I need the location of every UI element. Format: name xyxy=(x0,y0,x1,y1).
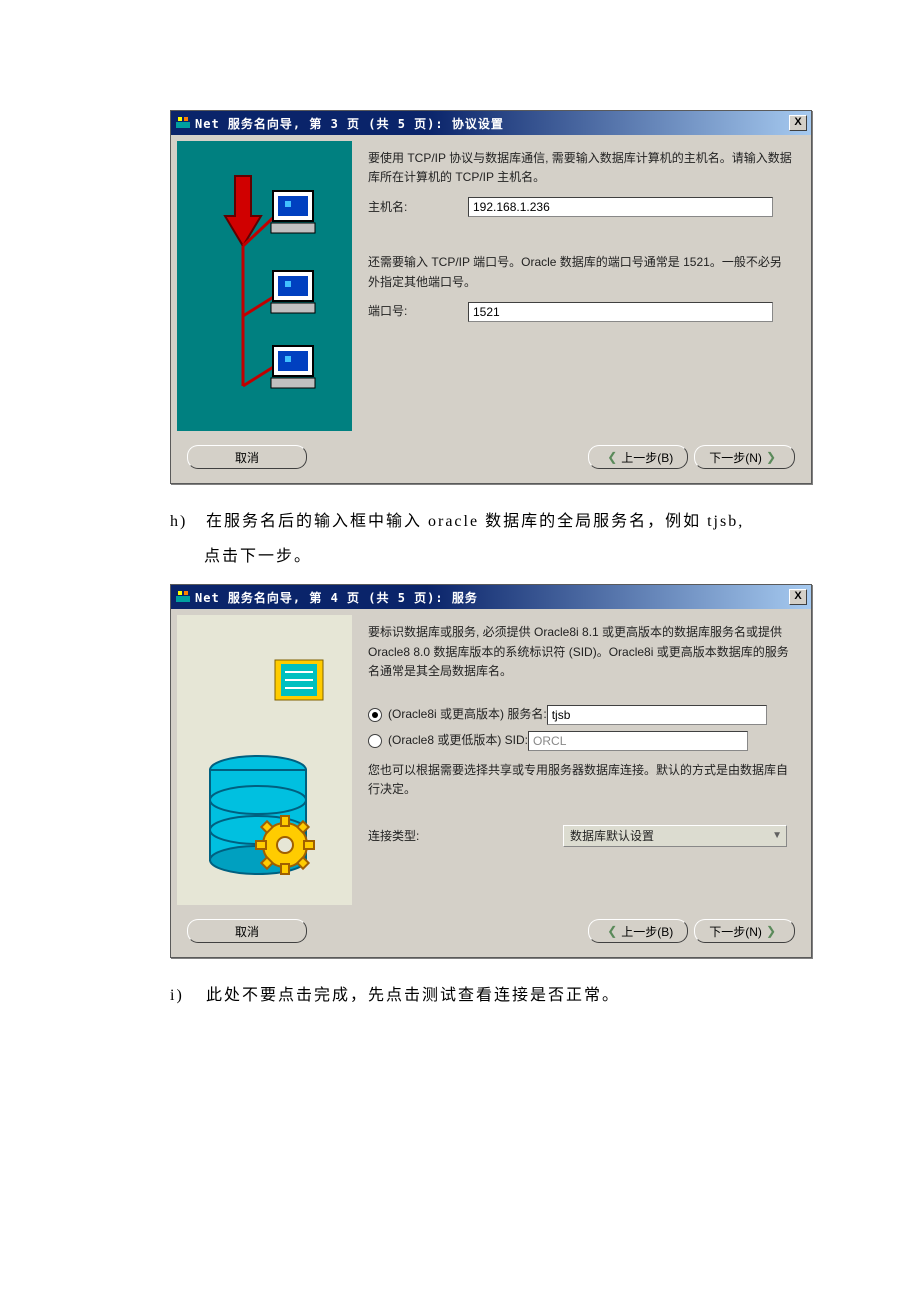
instruction-i-line1: 此处不要点击完成，先点击测试查看连接是否正常。 xyxy=(206,987,620,1004)
wizard-window-page3: Net 服务名向导, 第 3 页 (共 5 页): 协议设置 X xyxy=(170,110,812,484)
chevron-right-icon: ❯ xyxy=(766,450,776,464)
chevron-down-icon: ▼ xyxy=(772,828,782,844)
next-label: 下一步(N) xyxy=(709,923,762,940)
wizard-content: 要使用 TCP/IP 协议与数据库通信, 需要输入数据库计算机的主机名。请输入数… xyxy=(358,135,811,437)
chevron-left-icon: ❮ xyxy=(607,450,617,464)
cancel-label: 取消 xyxy=(235,449,259,466)
next-button[interactable]: 下一步(N) ❯ xyxy=(694,445,795,469)
instruction-h-line2: 点击下一步。 xyxy=(170,539,750,574)
host-row: 主机名: xyxy=(368,197,793,217)
sid-input[interactable] xyxy=(528,731,748,751)
instruction-h: h) 在服务名后的输入框中输入 oracle 数据库的全局服务名，例如 tjsb… xyxy=(170,504,750,574)
host-label: 主机名: xyxy=(368,198,468,217)
sid-label: (Oracle8 或更低版本) SID: xyxy=(388,731,528,750)
service-intro-text: 要标识数据库或服务, 必须提供 Oracle8i 8.1 或更高版本的数据库服务… xyxy=(368,623,793,681)
connection-type-value: 数据库默认设置 xyxy=(570,827,654,846)
instruction-h-line1: 在服务名后的输入框中输入 oracle 数据库的全局服务名，例如 tjsb, xyxy=(206,513,744,530)
bullet-h: h) xyxy=(170,504,200,539)
next-button[interactable]: 下一步(N) ❯ xyxy=(694,919,795,943)
cancel-button[interactable]: 取消 xyxy=(187,445,307,469)
wizard-window-page4: Net 服务名向导, 第 4 页 (共 5 页): 服务 X xyxy=(170,584,812,958)
database-gear-icon xyxy=(190,630,340,890)
button-bar: 取消 ❮ 上一步(B) 下一步(N) ❯ xyxy=(171,437,811,483)
app-icon xyxy=(175,115,191,131)
titlebar: Net 服务名向导, 第 4 页 (共 5 页): 服务 X xyxy=(171,585,811,609)
network-icon xyxy=(195,156,335,416)
radio-unchecked-icon xyxy=(368,734,382,748)
connection-type-combo[interactable]: 数据库默认设置 ▼ xyxy=(563,825,787,847)
cancel-label: 取消 xyxy=(235,923,259,940)
document-page: Net 服务名向导, 第 3 页 (共 5 页): 协议设置 X xyxy=(0,0,920,1064)
host-input[interactable] xyxy=(468,197,773,217)
bullet-i: i) xyxy=(170,978,200,1013)
cancel-button[interactable]: 取消 xyxy=(187,919,307,943)
service-name-input[interactable] xyxy=(547,705,767,725)
host-intro-text: 要使用 TCP/IP 协议与数据库通信, 需要输入数据库计算机的主机名。请输入数… xyxy=(368,149,793,187)
window-body: 要使用 TCP/IP 协议与数据库通信, 需要输入数据库计算机的主机名。请输入数… xyxy=(171,135,811,437)
wizard-side-graphic-db xyxy=(177,615,352,905)
conn-intro-text: 您也可以根据需要选择共享或专用服务器数据库连接。默认的方式是由数据库自行决定。 xyxy=(368,761,793,799)
back-button[interactable]: ❮ 上一步(B) xyxy=(588,445,688,469)
titlebar: Net 服务名向导, 第 3 页 (共 5 页): 协议设置 X xyxy=(171,111,811,135)
connection-type-row: 连接类型: 数据库默认设置 ▼ xyxy=(368,825,793,847)
close-button[interactable]: X xyxy=(789,115,807,131)
wizard-side-graphic-network xyxy=(177,141,352,431)
back-label: 上一步(B) xyxy=(621,449,673,466)
close-button[interactable]: X xyxy=(789,589,807,605)
next-label: 下一步(N) xyxy=(709,449,762,466)
sid-option[interactable]: (Oracle8 或更低版本) SID: xyxy=(368,731,793,751)
connection-type-label: 连接类型: xyxy=(368,827,563,846)
port-row: 端口号: xyxy=(368,302,793,322)
window-title: Net 服务名向导, 第 4 页 (共 5 页): 服务 xyxy=(195,589,789,606)
instruction-i: i) 此处不要点击完成，先点击测试查看连接是否正常。 xyxy=(170,978,750,1013)
chevron-left-icon: ❮ xyxy=(607,924,617,938)
port-intro-text: 还需要输入 TCP/IP 端口号。Oracle 数据库的端口号通常是 1521。… xyxy=(368,253,793,291)
wizard-content: 要标识数据库或服务, 必须提供 Oracle8i 8.1 或更高版本的数据库服务… xyxy=(358,609,811,911)
port-input[interactable] xyxy=(468,302,773,322)
window-body: 要标识数据库或服务, 必须提供 Oracle8i 8.1 或更高版本的数据库服务… xyxy=(171,609,811,911)
service-name-option[interactable]: (Oracle8i 或更高版本) 服务名: xyxy=(368,705,793,725)
port-label: 端口号: xyxy=(368,302,468,321)
back-button[interactable]: ❮ 上一步(B) xyxy=(588,919,688,943)
radio-checked-icon xyxy=(368,708,382,722)
window-title: Net 服务名向导, 第 3 页 (共 5 页): 协议设置 xyxy=(195,115,789,132)
back-label: 上一步(B) xyxy=(621,923,673,940)
chevron-right-icon: ❯ xyxy=(766,924,776,938)
app-icon xyxy=(175,589,191,605)
service-name-label: (Oracle8i 或更高版本) 服务名: xyxy=(388,705,547,724)
button-bar: 取消 ❮ 上一步(B) 下一步(N) ❯ xyxy=(171,911,811,957)
